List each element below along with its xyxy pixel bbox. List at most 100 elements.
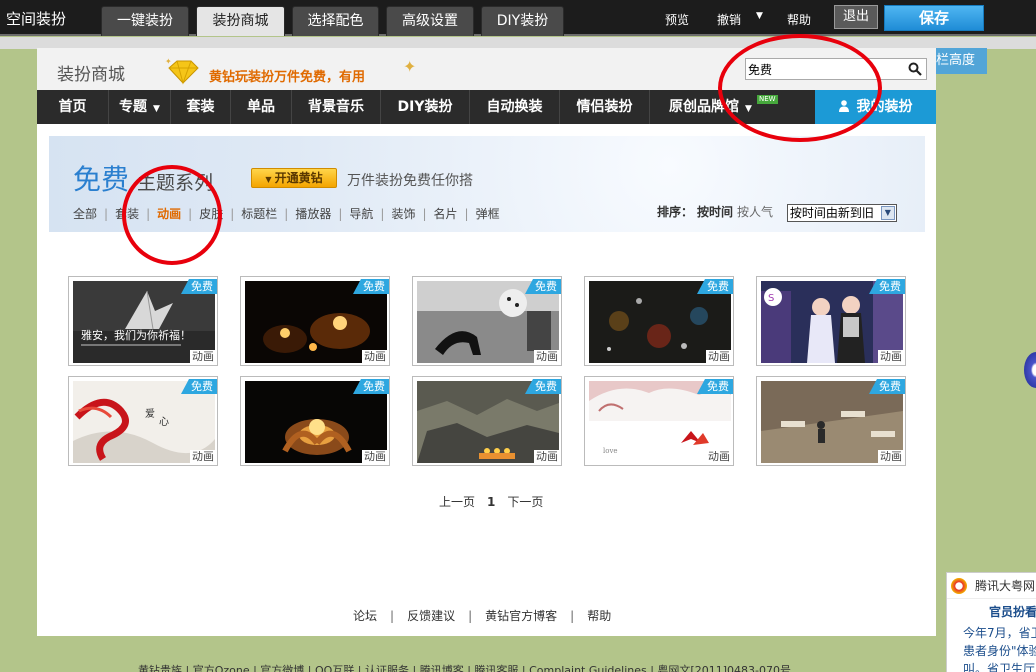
category-separator: |	[380, 207, 385, 221]
footer-forum-link[interactable]: 论坛	[353, 609, 377, 623]
search-icon[interactable]	[908, 62, 922, 76]
open-yellow-diamond-label: 开通黄钻	[274, 171, 323, 185]
mall-title: 装扮商城	[57, 65, 125, 85]
tab-color-scheme[interactable]: 选择配色	[292, 6, 379, 36]
chevron-down-icon[interactable]: ▼	[880, 205, 895, 220]
theme-item-card[interactable]: 爱心免费 动画	[68, 376, 218, 466]
sort-by-popularity[interactable]: 按人气	[737, 205, 773, 219]
news-widget-source: 腾讯大粤网	[975, 579, 1036, 593]
theme-item-card[interactable]: 免费 动画	[584, 276, 734, 366]
news-widget-line: 今年7月，省卫	[963, 626, 1036, 640]
svg-text:爱: 爱	[145, 407, 155, 420]
mall-footer: 论坛 | 反馈建议 | 黄钻官方博客 | 帮助	[353, 607, 611, 624]
nav-original-brands[interactable]: 原创品牌馆 ▼	[650, 90, 771, 124]
mall-main-nav: 首页 专题 ▼ 套装 单品 背景音乐 DIY装扮 自动换装 情侣装扮 原创品牌馆 ▼…	[37, 90, 936, 124]
category-link[interactable]: 标题栏	[241, 207, 277, 221]
category-link[interactable]: 装饰	[391, 207, 415, 221]
nav-couple-dress[interactable]: 情侣装扮	[560, 90, 650, 124]
mall-header: 装扮商城 ✦ 黄钻玩装扮万件免费，有用 ✦	[37, 48, 936, 90]
category-link[interactable]: 名片	[434, 207, 458, 221]
category-link[interactable]: 导航	[349, 207, 373, 221]
app-title: 空间装扮	[6, 10, 67, 28]
footer-blog-link[interactable]: 黄钻官方博客	[485, 609, 557, 623]
news-widget-body: 今年7月，省卫 患者身份"体验 叫。省卫生厅	[947, 620, 1036, 672]
category-filter: 全部 | 套装 | 动画 | 皮肤 | 标题栏 | 播放器 | 导航 | 装饰 | 名片 | 弹框	[73, 205, 500, 222]
animation-tag: 动画	[706, 350, 732, 364]
promo-text[interactable]: 黄钻玩装扮万件免费，有用	[209, 66, 365, 85]
my-dress-button[interactable]: 我的装扮	[815, 90, 936, 124]
exit-button[interactable]: 退出	[834, 5, 878, 29]
category-separator: |	[146, 207, 151, 221]
nav-auto-change-label: 自动换装	[486, 99, 543, 115]
sort-order-select[interactable]: 按时间由新到旧 ▼	[786, 203, 897, 222]
theme-item-card[interactable]: love 免费 动画	[584, 376, 734, 466]
news-widget-headline[interactable]: 官员扮看	[947, 599, 1036, 620]
open-yellow-diamond-button[interactable]: ▼ 开通黄钻	[251, 168, 337, 188]
footer-separator: |	[570, 609, 575, 623]
animation-tag: 动画	[362, 450, 388, 464]
svg-text:S: S	[768, 293, 774, 304]
sort-order-value: 按时间由新到旧	[789, 205, 874, 220]
nav-home-label: 首页	[58, 99, 87, 115]
category-separator: |	[338, 207, 343, 221]
tab-one-click-dress[interactable]: 一键装扮	[101, 6, 189, 36]
save-button[interactable]: 保存	[884, 5, 984, 31]
nav-home[interactable]: 首页	[37, 90, 109, 124]
animation-tag: 动画	[362, 350, 388, 364]
tab-diy-dress[interactable]: DIY装扮	[481, 6, 564, 36]
sort-by-time[interactable]: 按时间	[697, 205, 733, 219]
current-page: 1	[487, 495, 496, 509]
news-widget-header: 腾讯大粤网	[947, 573, 1036, 599]
column-height-label: 栏高度	[932, 48, 987, 74]
category-link[interactable]: 皮肤	[199, 207, 223, 221]
theme-item-card[interactable]: 免费 动画	[240, 376, 390, 466]
category-link[interactable]: 动画	[157, 207, 181, 221]
search-input[interactable]	[748, 60, 898, 78]
dress-mall-panel: 装扮商城 ✦ 黄钻玩装扮万件免费，有用 ✦ 首页 专题 ▼ 套装 单品 背景音乐 …	[37, 48, 936, 636]
category-separator: |	[104, 207, 109, 221]
preview-link[interactable]: 预览	[665, 11, 689, 28]
theme-item-card[interactable]: 免费 动画	[412, 276, 562, 366]
theme-item-card[interactable]: S 免费 动画	[756, 276, 906, 366]
category-link[interactable]: 播放器	[295, 207, 331, 221]
footer-separator: |	[468, 609, 473, 623]
news-widget[interactable]: 腾讯大粤网 官员扮看 今年7月，省卫 患者身份"体验 叫。省卫生厅	[946, 572, 1036, 672]
category-link[interactable]: 套装	[115, 207, 139, 221]
category-separator: |	[422, 207, 427, 221]
banner-slogan: 万件装扮免费任你搭	[347, 173, 473, 189]
nav-couple-dress-label: 情侣装扮	[576, 99, 633, 115]
undo-dropdown-icon[interactable]: ▼	[756, 11, 763, 21]
prev-page-link[interactable]: 上一页	[439, 495, 475, 509]
tab-advanced-settings[interactable]: 高级设置	[386, 6, 474, 36]
nav-topics[interactable]: 专题 ▼	[109, 90, 171, 124]
category-link[interactable]: 弹框	[476, 207, 500, 221]
undo-link[interactable]: 撤销	[717, 11, 741, 28]
theme-item-card[interactable]: 免费 动画	[756, 376, 906, 466]
category-separator: |	[284, 207, 289, 221]
category-separator: |	[464, 207, 469, 221]
category-link[interactable]: 全部	[73, 207, 97, 221]
search-box[interactable]	[745, 58, 927, 80]
chevron-down-icon: ▼	[265, 175, 272, 184]
next-page-link[interactable]: 下一页	[507, 495, 543, 509]
banner-title-free: 免费	[73, 163, 130, 196]
help-link[interactable]: 帮助	[787, 11, 811, 28]
thumb-caption: 雅安，我们为你祈福！	[81, 328, 191, 342]
nav-suits[interactable]: 套装	[171, 90, 231, 124]
footer-help-link[interactable]: 帮助	[587, 609, 611, 623]
nav-single-items-label: 单品	[247, 99, 275, 115]
top-toolbar: 空间装扮 一键装扮 装扮商城 选择配色 高级设置 DIY装扮 预览 撤销 ▼ 帮…	[0, 0, 1036, 36]
footer-feedback-link[interactable]: 反馈建议	[407, 609, 455, 623]
nav-auto-change[interactable]: 自动换装	[470, 90, 560, 124]
theme-item-card[interactable]: 免费 动画	[240, 276, 390, 366]
footer-separator: |	[390, 609, 395, 623]
animation-tag: 动画	[706, 450, 732, 464]
theme-item-card[interactable]: 雅安，我们为你祈福！ 免费 动画	[68, 276, 218, 366]
new-badge: NEW	[757, 95, 778, 104]
theme-item-card[interactable]: 免费 动画	[412, 376, 562, 466]
nav-bg-music[interactable]: 背景音乐	[292, 90, 381, 124]
nav-single-items[interactable]: 单品	[231, 90, 292, 124]
nav-diy-dress[interactable]: DIY装扮	[381, 90, 470, 124]
news-widget-line: 叫。省卫生厅	[963, 662, 1036, 672]
tab-dress-mall[interactable]: 装扮商城	[196, 6, 285, 36]
